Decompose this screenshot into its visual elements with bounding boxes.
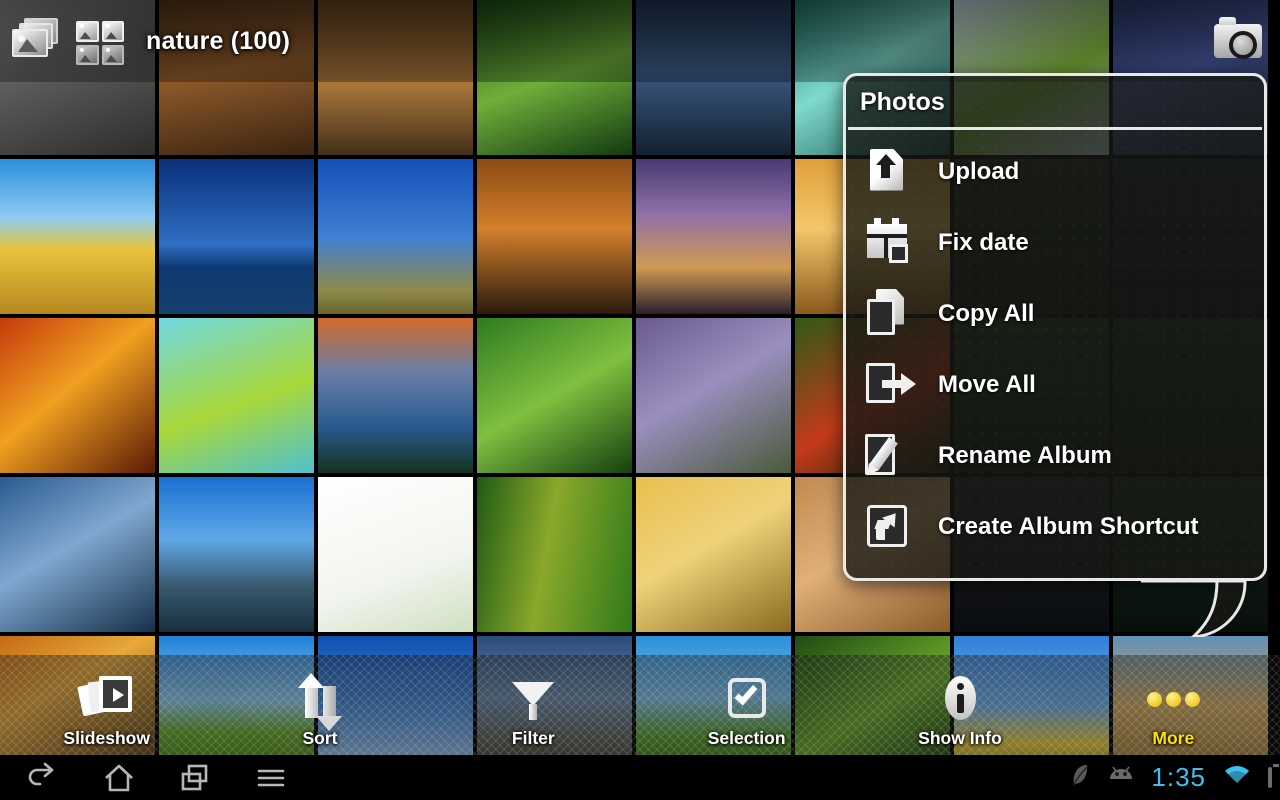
gallery-screen: nature (100) Photos Upload Fix date Copy… [0, 0, 1280, 800]
menu-item-label: Copy All [938, 299, 1035, 327]
toolbar-item-label: Show Info [918, 728, 1002, 748]
grid-view-icon[interactable] [70, 12, 132, 70]
page-title: nature (100) [146, 26, 291, 55]
menu-item-rename-album[interactable]: Rename Album [846, 420, 1264, 491]
leaf-notification-icon[interactable] [1069, 762, 1091, 793]
navigation-buttons[interactable] [24, 761, 290, 795]
photo-thumbnail[interactable] [636, 477, 791, 632]
checkbox-icon [720, 672, 774, 726]
menu-item-move-all[interactable]: Move All [846, 349, 1264, 420]
system-bar: 1:35 [0, 755, 1280, 800]
more-popup-menu[interactable]: Photos Upload Fix date Copy All Move All… [843, 73, 1267, 637]
photo-thumbnail[interactable] [318, 318, 473, 473]
menu-icon[interactable] [252, 761, 290, 795]
camera-icon[interactable] [1204, 12, 1270, 70]
clock[interactable]: 1:35 [1151, 762, 1206, 793]
menu-item-label: Rename Album [938, 441, 1112, 469]
menu-item-label: Fix date [938, 228, 1029, 256]
menu-item-label: Create Album Shortcut [938, 512, 1199, 540]
wifi-icon[interactable] [1223, 764, 1251, 791]
bottom-toolbar[interactable]: Slideshow Sort Filter Selection Show Inf… [0, 655, 1280, 755]
android-robot-icon[interactable] [1108, 765, 1134, 790]
photo-thumbnail[interactable] [477, 159, 632, 314]
toolbar-item-label: More [1152, 728, 1195, 748]
home-icon[interactable] [100, 761, 138, 795]
menu-item-label: Move All [938, 370, 1036, 398]
slideshow-icon [76, 672, 134, 726]
photo-thumbnail[interactable] [159, 318, 314, 473]
photo-thumbnail[interactable] [0, 477, 155, 632]
menu-item-fix-date[interactable]: Fix date [846, 207, 1264, 278]
popup-title: Photos [860, 88, 945, 116]
move-icon [862, 360, 916, 410]
toolbar-item-filter[interactable]: Filter [427, 655, 640, 755]
toolbar-item-label: Filter [511, 728, 555, 748]
menu-item-upload[interactable]: Upload [846, 136, 1264, 207]
photo-thumbnail[interactable] [159, 159, 314, 314]
menu-item-copy-all[interactable]: Copy All [846, 278, 1264, 349]
photo-thumbnail[interactable] [159, 477, 314, 632]
action-bar: nature (100) [0, 0, 1280, 82]
photo-thumbnail[interactable] [636, 318, 791, 473]
menu-item-label: Upload [938, 157, 1020, 185]
calendar-icon [862, 217, 916, 268]
info-icon [933, 672, 987, 726]
three-dots-icon [1146, 672, 1200, 726]
toolbar-item-show-info[interactable]: Show Info [853, 655, 1066, 755]
photo-thumbnail[interactable] [0, 318, 155, 473]
photo-thumbnail[interactable] [318, 159, 473, 314]
back-icon[interactable] [24, 761, 62, 795]
photo-thumbnail[interactable] [477, 477, 632, 632]
funnel-icon [506, 672, 560, 726]
photo-thumbnail[interactable] [318, 477, 473, 632]
popup-menu-list[interactable]: Upload Fix date Copy All Move All Rename… [846, 130, 1264, 578]
popup-body: Photos Upload Fix date Copy All Move All… [843, 73, 1267, 581]
gallery-stack-icon[interactable] [4, 10, 76, 72]
status-icons[interactable]: 1:35 [1069, 755, 1272, 800]
upload-icon [862, 147, 916, 197]
photo-thumbnail[interactable] [0, 159, 155, 314]
menu-item-create-album-shortcut[interactable]: Create Album Shortcut [846, 491, 1264, 562]
copy-icon [862, 288, 916, 339]
popup-tail [1141, 581, 1247, 637]
recent-apps-icon[interactable] [176, 761, 214, 795]
sort-arrows-icon [293, 672, 347, 731]
toolbar-item-sort[interactable]: Sort [213, 655, 426, 755]
toolbar-item-selection[interactable]: Selection [640, 655, 853, 755]
toolbar-item-label: Slideshow [63, 728, 150, 748]
photo-thumbnail[interactable] [477, 318, 632, 473]
toolbar-item-more[interactable]: More [1067, 655, 1280, 755]
shortcut-icon [862, 502, 916, 552]
rename-icon [862, 431, 916, 481]
battery-icon[interactable] [1268, 766, 1272, 788]
photo-thumbnail[interactable] [636, 159, 791, 314]
toolbar-item-label: Sort [302, 728, 338, 748]
toolbar-item-slideshow[interactable]: Slideshow [0, 655, 213, 755]
toolbar-item-label: Selection [707, 728, 786, 748]
